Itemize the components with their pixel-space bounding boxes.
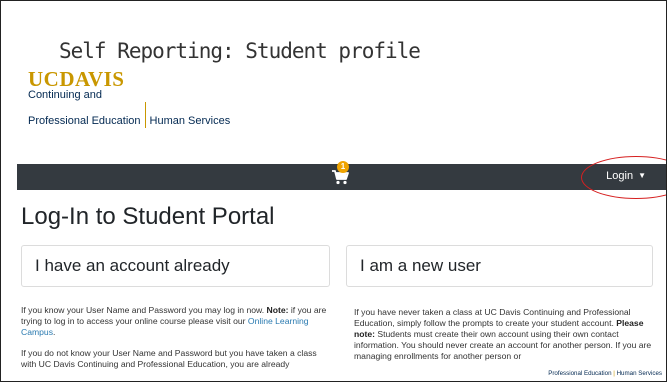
page-heading: Log-In to Student Portal (21, 203, 275, 230)
account-policy-text: Students must create their own account u… (354, 329, 652, 361)
top-navbar: 1 Login ▼ (17, 161, 666, 190)
logo-line-3: Human Services (149, 115, 231, 127)
footer-logo-mark: Professional Education | Human Services (548, 370, 662, 377)
slide-title: Self Reporting: Student profile (59, 39, 421, 63)
ucd-cpe-logo[interactable]: UCDAVIS Continuing and Professional Educ… (28, 69, 230, 128)
new-user-instructions-text: If you have never taken a class at UC Da… (354, 307, 631, 328)
logo-line-2: Professional Education (28, 115, 141, 127)
existing-account-paragraph-2: If you do not know your User Name and Pa… (21, 348, 317, 369)
new-user-paragraph: If you have never taken a class at UC Da… (354, 307, 659, 362)
footer-mark-left: Professional Education (548, 370, 612, 377)
logo-divider (144, 102, 146, 128)
period-text: . (53, 327, 56, 337)
existing-account-paragraph-1: If you know your User Name and Password … (21, 305, 333, 338)
footer-mark-right: Human Services (616, 370, 662, 377)
new-user-card: I am a new user (346, 245, 653, 287)
footer-mark-separator: | (613, 370, 615, 377)
logo-line-1: Continuing and (28, 89, 103, 101)
slide-frame: Self Reporting: Student profile UCDAVIS … (0, 0, 667, 382)
note-label: Note: (266, 305, 289, 315)
existing-account-title: I have an account already (35, 256, 230, 275)
annotation-ellipse (581, 156, 666, 199)
logo-brand: UCDAVIS (28, 67, 125, 91)
cart-count-badge: 1 (337, 161, 349, 173)
existing-account-card: I have an account already (21, 245, 330, 287)
login-instructions-text: If you know your User Name and Password … (21, 305, 265, 315)
new-user-title: I am a new user (360, 256, 481, 275)
